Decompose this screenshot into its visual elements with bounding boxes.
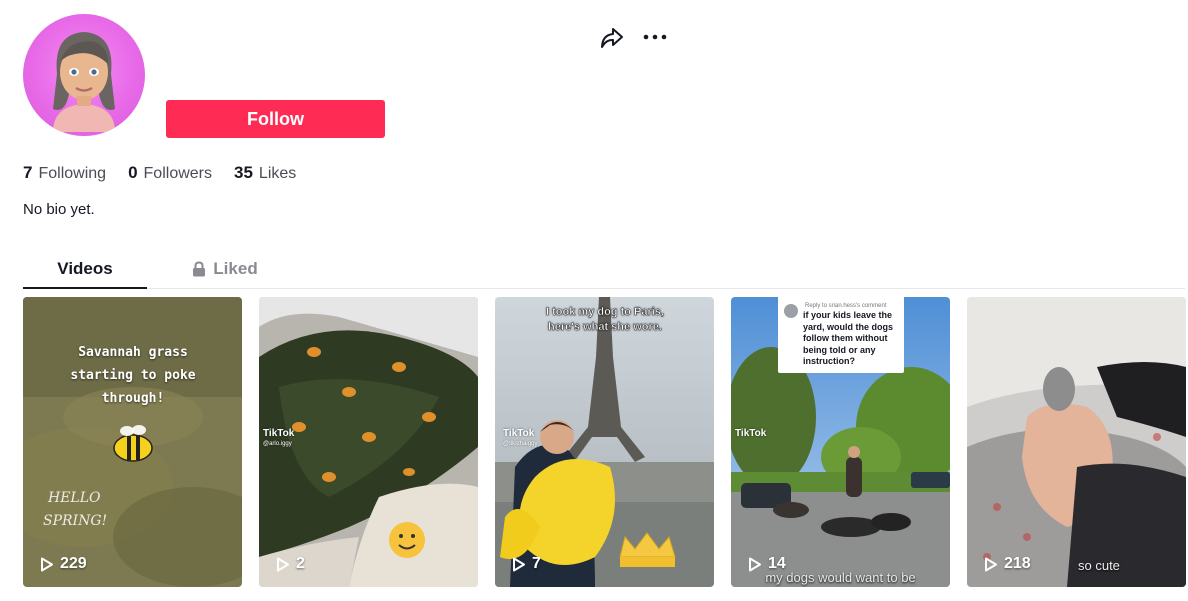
video-card[interactable]: HELLO SPRING! Savannah grass starting to… <box>23 297 242 587</box>
sun-emoji-icon <box>389 522 425 558</box>
avatar-image <box>53 32 115 132</box>
likes-label: Likes <box>258 165 297 182</box>
ellipsis-icon[interactable] <box>642 30 668 44</box>
play-icon <box>513 557 525 571</box>
tiktok-watermark: TikTok @arlo.iggy <box>263 428 295 448</box>
view-count: 229 <box>40 555 87 573</box>
share-arrow-icon[interactable] <box>599 26 625 50</box>
video-overlay-text: Savannah grass starting to poke through! <box>70 345 196 406</box>
play-icon <box>749 557 761 571</box>
followers-label: Followers <box>143 165 212 182</box>
view-count: 7 <box>512 555 541 573</box>
lock-icon <box>192 261 206 277</box>
avatar <box>23 14 145 136</box>
tiktok-watermark: TikTok @tiksthaiggy <box>503 428 538 448</box>
view-count: 2 <box>276 555 305 573</box>
view-count: 14 <box>748 555 786 573</box>
view-count: 218 <box>984 555 1031 573</box>
stat-followers[interactable]: 0 Followers <box>128 163 212 183</box>
commenter-avatar <box>784 304 798 318</box>
play-icon <box>985 557 997 571</box>
likes-count: 35 <box>234 163 253 182</box>
comment-reply-bubble: Reply to srian.hess's comment if your ki… <box>778 297 904 373</box>
video-card[interactable]: TikTok @arlo.iggy 2 <box>259 297 478 587</box>
follow-button[interactable]: Follow <box>166 100 385 138</box>
play-icon <box>41 557 53 571</box>
profile-bio: No bio yet. <box>23 201 95 218</box>
profile-tabs: Videos Liked <box>23 250 1185 289</box>
following-label: Following <box>38 165 107 182</box>
tab-videos-label: Videos <box>57 258 113 278</box>
tiktok-watermark: TikTok <box>735 428 767 439</box>
video-overlay-text: I took my dog to Paris, here's what she … <box>546 306 664 333</box>
svg-text:HELLO: HELLO <box>47 490 101 506</box>
following-count: 7 <box>23 163 33 182</box>
play-icon <box>277 557 289 571</box>
svg-text:SPRING!: SPRING! <box>43 513 107 529</box>
tab-videos[interactable]: Videos <box>23 250 147 289</box>
followers-count: 0 <box>128 163 138 182</box>
stat-following[interactable]: 7 Following <box>23 163 106 183</box>
tab-liked[interactable]: Liked <box>169 250 281 288</box>
video-card[interactable]: I took my dog to Paris, here's what she … <box>495 297 714 587</box>
video-thumbnail <box>967 297 1186 587</box>
profile-stats: 7 Following 0 Followers 35 Likes <box>23 163 296 183</box>
stat-likes: 35 Likes <box>234 163 296 183</box>
video-card[interactable]: Reply to srian.hess's comment if your ki… <box>731 297 950 587</box>
tab-liked-label: Liked <box>213 259 258 278</box>
video-caption: so cute <box>1078 558 1120 573</box>
video-card[interactable]: so cute 218 <box>967 297 1186 587</box>
small-animal <box>1043 367 1075 411</box>
